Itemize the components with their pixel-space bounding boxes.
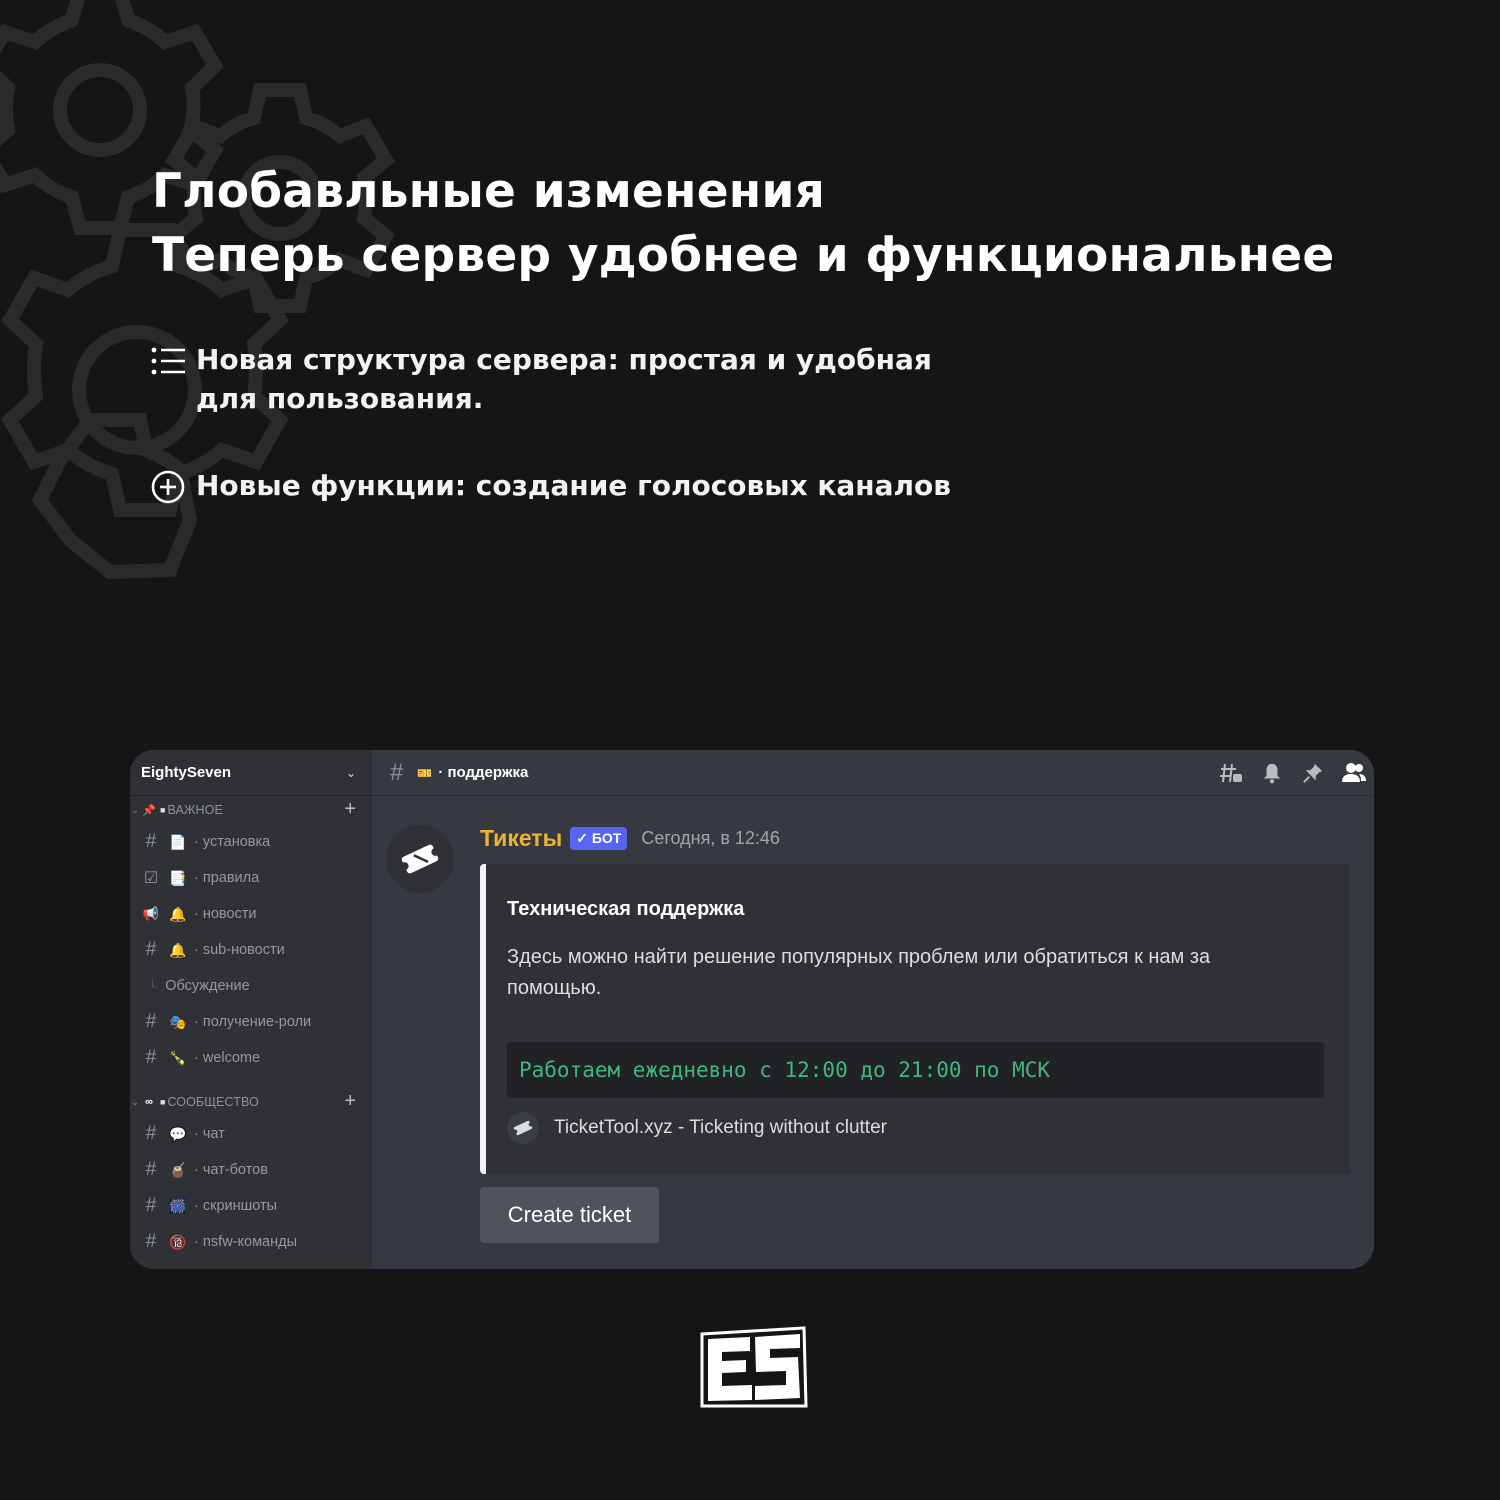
mate-emoji-icon: 🧉 xyxy=(169,1161,187,1178)
infinity-emoji-icon: ∞ xyxy=(145,1096,153,1108)
square-bullet-icon: ■ xyxy=(160,805,166,815)
hash-icon: # xyxy=(145,1195,157,1216)
chevron-down-icon[interactable]: ⌄ xyxy=(346,766,356,780)
headline-line-1: Глобавльные изменения xyxy=(152,164,825,219)
chat-area: # 🎫 · поддержка Тикеты ✓ БОТ Сегодня, в … xyxy=(372,750,1374,1269)
thread-name: Обсуждение xyxy=(165,978,250,994)
nsfw-hash-icon: # xyxy=(145,1231,157,1252)
channel-title: · поддержка xyxy=(438,764,529,781)
channel-name: · установка xyxy=(194,834,271,850)
channel-sidebar: EightySeven ⌄ ⌄ 📌 ■ ВАЖНОЕ + # 📄 · устан… xyxy=(130,750,372,1269)
bot-badge: ✓ БОТ xyxy=(570,827,628,850)
headline: Глобавльные изменения Теперь сервер удоб… xyxy=(152,160,1334,288)
bell-icon[interactable] xyxy=(1251,750,1292,796)
category-community[interactable]: ⌄ ∞ ■ СООБЩЕСТВО + xyxy=(130,1088,372,1116)
ticket-icon xyxy=(400,844,440,874)
embed-title: Техническая поддержка xyxy=(507,898,745,920)
category-label: СООБЩЕСТВО xyxy=(167,1095,259,1109)
headline-line-2: Теперь сервер удобнее и функциональнее xyxy=(152,228,1335,283)
pin-emoji-icon: 📌 xyxy=(142,804,156,817)
feature-text: Новая структура сервера: простая и удобн… xyxy=(196,343,932,415)
channel-header: # 🎫 · поддержка xyxy=(372,750,1374,796)
create-ticket-button[interactable]: Create ticket xyxy=(480,1187,659,1243)
threads-icon[interactable] xyxy=(1210,750,1251,796)
hash-icon: # xyxy=(145,1159,157,1180)
square-bullet-icon: ■ xyxy=(160,1097,166,1107)
feature-item-structure: Новая структура сервера: простая и удобн… xyxy=(150,340,970,418)
channel-welcome[interactable]: # 🍾 · welcome xyxy=(130,1040,372,1076)
channel-name: · чат-ботов xyxy=(194,1162,268,1178)
channel-name: · новости xyxy=(194,906,257,922)
channel-nsfw-komandy[interactable]: # 🔞 · nsfw-команды xyxy=(130,1224,372,1260)
header-toolbar xyxy=(1210,750,1374,796)
fireworks-emoji-icon: 🎆 xyxy=(169,1197,187,1214)
channel-pravila[interactable]: ☑ 📑 · правила xyxy=(130,860,372,896)
channel-name: · nsfw-команды xyxy=(194,1234,297,1250)
channel-novosti[interactable]: 📢 🔔 · новости xyxy=(130,896,372,932)
thread-hash-icon: # xyxy=(145,939,157,960)
hash-icon: # xyxy=(145,1011,157,1032)
server-header[interactable]: EightySeven ⌄ xyxy=(130,750,372,796)
category-label: ВАЖНОЕ xyxy=(167,803,223,817)
channel-name: · sub-новости xyxy=(194,942,285,958)
feature-text: Новые функции: создание голосовых канало… xyxy=(196,469,951,502)
add-channel-icon[interactable]: + xyxy=(344,799,356,819)
bottle-emoji-icon: 🍾 xyxy=(169,1049,187,1066)
bell-emoji-icon: 🔔 xyxy=(169,941,187,958)
list-icon xyxy=(151,347,185,375)
footer-text: TicketTool.xyz - Ticketing without clutt… xyxy=(554,1117,887,1138)
eightyseven-logo xyxy=(700,1326,808,1408)
author-name[interactable]: Тикеты xyxy=(480,825,562,852)
feature-item-functions: Новые функции: создание голосовых канало… xyxy=(150,466,970,505)
channel-chat-botov[interactable]: # 🧉 · чат-ботов xyxy=(130,1152,372,1188)
hash-icon: # xyxy=(145,1123,157,1144)
channel-poluchenie-roli[interactable]: # 🎭 · получение-роли xyxy=(130,1004,372,1040)
members-icon[interactable] xyxy=(1333,750,1374,796)
server-name: EightySeven xyxy=(141,764,232,781)
channel-name: · welcome xyxy=(194,1050,261,1066)
embed-code-block: Работаем ежедневно с 12:00 до 21:00 по М… xyxy=(507,1042,1324,1098)
hash-icon: # xyxy=(145,1047,157,1068)
embed-description: Здесь можно найти решение популярных про… xyxy=(507,946,1211,999)
channel-sub-novosti[interactable]: # 🔔 · sub-новости xyxy=(130,932,372,968)
bell-emoji-icon: 🔔 xyxy=(169,905,187,922)
masks-emoji-icon: 🎭 xyxy=(169,1013,187,1030)
caret-icon: ⌄ xyxy=(131,804,139,815)
gears-decoration xyxy=(0,0,396,580)
bookmark-emoji-icon: 📑 xyxy=(169,869,187,886)
pin-icon[interactable] xyxy=(1292,750,1333,796)
no-under-18-emoji-icon: 🔞 xyxy=(169,1233,187,1250)
page-emoji-icon: 📄 xyxy=(169,833,187,850)
message-timestamp: Сегодня, в 12:46 xyxy=(641,828,780,848)
channel-name: · правила xyxy=(194,870,260,886)
caret-icon: ⌄ xyxy=(131,1096,139,1107)
avatar[interactable] xyxy=(386,825,454,893)
channel-name: · чат xyxy=(194,1126,225,1142)
message-header: Тикеты ✓ БОТ Сегодня, в 12:46 xyxy=(480,825,780,852)
ticket-emoji-icon: 🎫 xyxy=(417,765,433,780)
message-embed: Техническая поддержка Здесь можно найти … xyxy=(480,864,1350,1174)
channel-skrinshoty[interactable]: # 🎆 · скриншоты xyxy=(130,1188,372,1224)
discord-window: EightySeven ⌄ ⌄ 📌 ■ ВАЖНОЕ + # 📄 · устан… xyxy=(130,750,1374,1269)
hash-icon: # xyxy=(390,758,404,786)
hash-icon: # xyxy=(145,831,157,852)
thread-obsuzhdenie[interactable]: └ Обсуждение xyxy=(130,968,372,1004)
channel-name: · получение-роли xyxy=(194,1014,312,1030)
channel-chat[interactable]: # 💬 · чат xyxy=(130,1116,372,1152)
speech-bubble-emoji-icon: 💬 xyxy=(169,1125,187,1142)
thread-branch-icon: └ xyxy=(148,978,158,994)
rules-icon: ☑ xyxy=(143,870,159,887)
plus-circle-icon xyxy=(151,470,185,504)
ticket-icon xyxy=(507,1112,539,1144)
category-important[interactable]: ⌄ 📌 ■ ВАЖНОЕ + xyxy=(130,796,372,824)
announcement-icon: 📢 xyxy=(142,906,160,921)
channel-name: · скриншоты xyxy=(194,1198,278,1214)
channel-ustanovka[interactable]: # 📄 · установка xyxy=(130,824,372,860)
embed-footer: TicketTool.xyz - Ticketing without clutt… xyxy=(507,1112,887,1144)
add-channel-icon[interactable]: + xyxy=(344,1091,356,1111)
